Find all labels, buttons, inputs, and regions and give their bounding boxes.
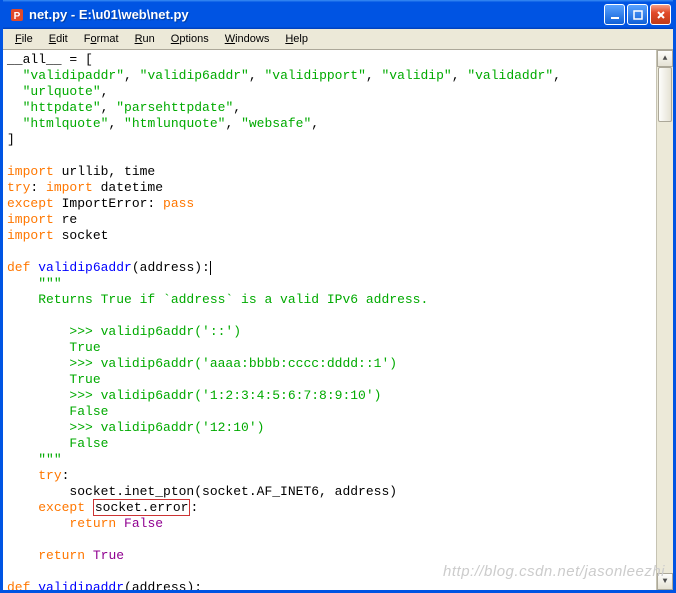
code-line[interactable]: except socket.error:: [7, 500, 652, 516]
code-line[interactable]: True: [7, 340, 652, 356]
scroll-track[interactable]: [657, 67, 673, 573]
code-line[interactable]: "httpdate", "parsehttpdate",: [7, 100, 652, 116]
code-line[interactable]: __all__ = [: [7, 52, 652, 68]
code-line[interactable]: >>> validip6addr('::'): [7, 324, 652, 340]
code-line[interactable]: "htmlquote", "htmlunquote", "websafe",: [7, 116, 652, 132]
code-line[interactable]: "validipaddr", "validip6addr", "validipp…: [7, 68, 652, 84]
code-line[interactable]: socket.inet_pton(socket.AF_INET6, addres…: [7, 484, 652, 500]
code-line[interactable]: return False: [7, 516, 652, 532]
code-editor[interactable]: __all__ = [ "validipaddr", "validip6addr…: [3, 50, 656, 590]
scroll-down-button[interactable]: ▼: [657, 573, 673, 590]
menu-options[interactable]: Options: [163, 31, 217, 47]
menu-edit[interactable]: Edit: [41, 31, 76, 47]
code-line[interactable]: [7, 148, 652, 164]
code-line[interactable]: """: [7, 276, 652, 292]
code-line[interactable]: False: [7, 404, 652, 420]
code-line[interactable]: """: [7, 452, 652, 468]
scroll-thumb[interactable]: [658, 67, 672, 122]
menu-windows[interactable]: Windows: [217, 31, 278, 47]
svg-text:P: P: [14, 11, 21, 22]
code-line[interactable]: try:: [7, 468, 652, 484]
code-line[interactable]: return True: [7, 548, 652, 564]
code-line[interactable]: try: import datetime: [7, 180, 652, 196]
minimize-button[interactable]: [604, 4, 625, 25]
menu-file[interactable]: File: [7, 31, 41, 47]
code-line[interactable]: "urlquote",: [7, 84, 652, 100]
vertical-scrollbar[interactable]: ▲ ▼: [656, 50, 673, 590]
editor-area: __all__ = [ "validipaddr", "validip6addr…: [3, 50, 673, 590]
code-line[interactable]: import socket: [7, 228, 652, 244]
code-line[interactable]: True: [7, 372, 652, 388]
code-line[interactable]: except ImportError: pass: [7, 196, 652, 212]
code-line[interactable]: False: [7, 436, 652, 452]
code-line[interactable]: >>> validip6addr('aaaa:bbbb:cccc:dddd::1…: [7, 356, 652, 372]
menu-format[interactable]: Format: [76, 31, 127, 47]
code-line[interactable]: [7, 532, 652, 548]
code-line[interactable]: [7, 308, 652, 324]
window-title: net.py - E:\u01\web\net.py: [29, 7, 604, 22]
highlighted-token: socket.error: [93, 499, 191, 516]
code-line[interactable]: def validip6addr(address):: [7, 260, 652, 276]
window-controls: [604, 4, 671, 25]
editor-window: P net.py - E:\u01\web\net.py File Edit F…: [0, 0, 676, 593]
code-line[interactable]: ]: [7, 132, 652, 148]
code-line[interactable]: [7, 244, 652, 260]
close-button[interactable]: [650, 4, 671, 25]
code-line[interactable]: def validipaddr(address):: [7, 580, 652, 590]
menu-run[interactable]: Run: [127, 31, 163, 47]
code-line[interactable]: import urllib, time: [7, 164, 652, 180]
menubar: File Edit Format Run Options Windows Hel…: [3, 29, 673, 50]
code-line[interactable]: >>> validip6addr('1:2:3:4:5:6:7:8:9:10'): [7, 388, 652, 404]
code-line[interactable]: >>> validip6addr('12:10'): [7, 420, 652, 436]
titlebar[interactable]: P net.py - E:\u01\web\net.py: [3, 0, 673, 29]
maximize-button[interactable]: [627, 4, 648, 25]
text-cursor: [210, 261, 211, 275]
code-line[interactable]: Returns True if `address` is a valid IPv…: [7, 292, 652, 308]
code-line[interactable]: import re: [7, 212, 652, 228]
code-line[interactable]: [7, 564, 652, 580]
scroll-up-button[interactable]: ▲: [657, 50, 673, 67]
python-icon: P: [9, 7, 25, 23]
menu-help[interactable]: Help: [277, 31, 316, 47]
